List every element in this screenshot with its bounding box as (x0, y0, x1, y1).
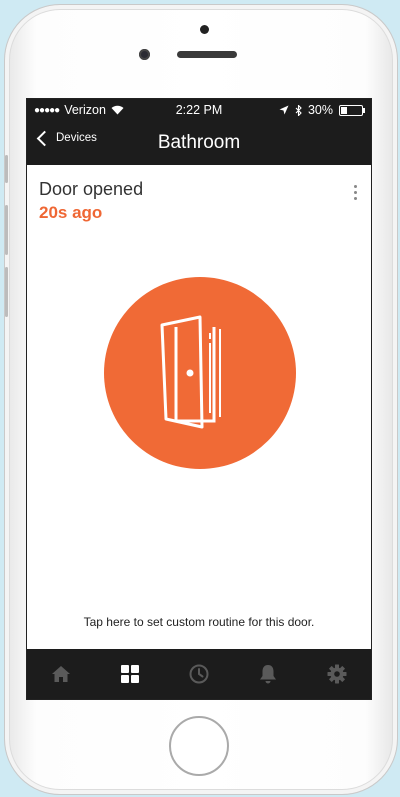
grid-icon (121, 665, 140, 683)
status-bar: ●●●●● Verizon 2:22 PM 30% (27, 99, 371, 121)
tab-home[interactable] (41, 654, 81, 694)
location-arrow-icon (279, 105, 289, 115)
page-title: Bathroom (157, 132, 241, 153)
front-sensor (200, 25, 209, 34)
battery-percent: 30% (307, 103, 333, 117)
custom-routine-link[interactable]: Tap here to set custom routine for this … (27, 615, 371, 629)
home-icon (52, 666, 71, 682)
event-title: Door opened (39, 179, 144, 199)
volume-up-button (5, 205, 8, 255)
navigation-bar: Devices Bathroom (27, 121, 371, 165)
tab-history[interactable] (179, 654, 219, 694)
battery-icon (339, 104, 365, 116)
volume-down-button (5, 267, 8, 317)
earpiece-speaker (177, 51, 237, 58)
open-door-icon (160, 315, 221, 429)
battery-level (341, 106, 347, 114)
bell-icon (259, 665, 276, 684)
more-options-icon[interactable] (354, 185, 357, 200)
home-button[interactable] (169, 716, 229, 776)
bluetooth-icon (295, 104, 302, 116)
device-detail: Door opened 20s ago Tap here to set cust… (27, 165, 371, 651)
tab-settings[interactable] (317, 654, 357, 694)
app-screen: ●●●●● Verizon 2:22 PM 30% Devices Bathro… (26, 98, 372, 700)
front-camera (139, 49, 150, 60)
tab-bar (27, 649, 371, 699)
mute-switch (5, 155, 8, 183)
gear-icon (327, 664, 347, 684)
tab-devices[interactable] (110, 654, 150, 694)
tab-alerts[interactable] (248, 654, 288, 694)
door-status-indicator (104, 277, 296, 469)
event-time: 20s ago (39, 203, 103, 222)
clock-icon (189, 664, 209, 684)
